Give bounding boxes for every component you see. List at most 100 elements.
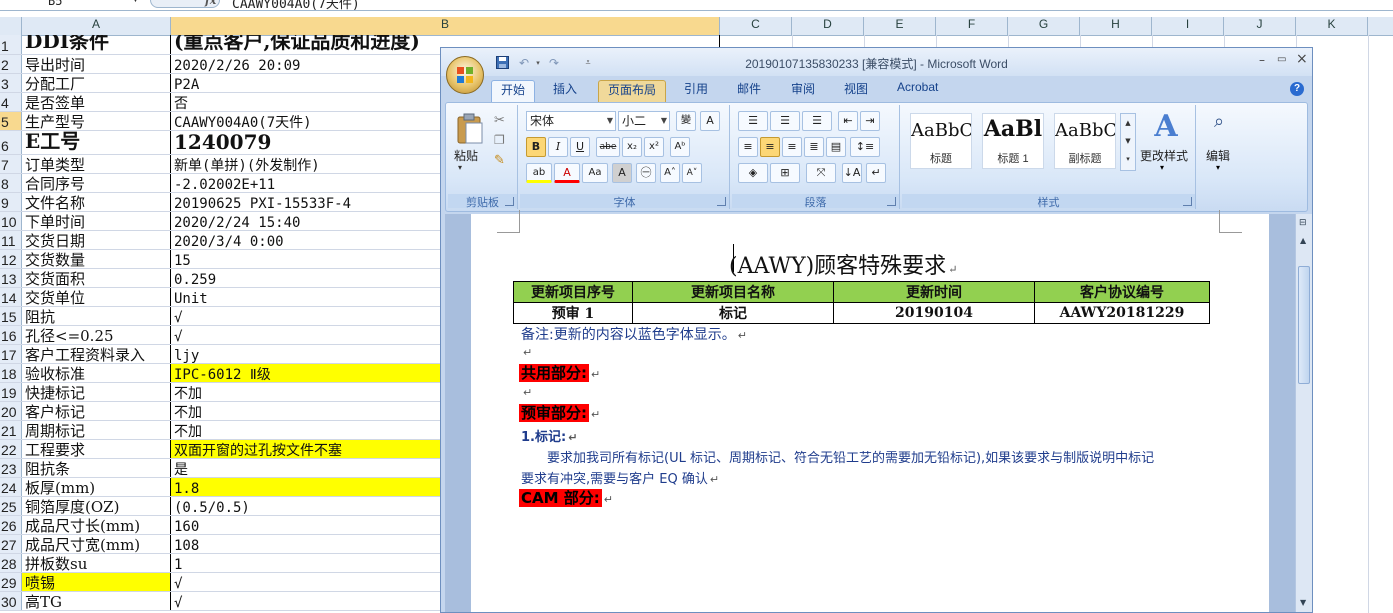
row-header[interactable]: 24 — [0, 478, 22, 496]
cell-a[interactable]: 是否签单 — [22, 93, 171, 111]
scroll-down-icon[interactable]: ▼ — [1300, 598, 1306, 607]
cell-a[interactable]: 交货数量 — [22, 250, 171, 268]
column-header-c[interactable]: C — [720, 17, 792, 35]
decrease-indent-icon[interactable]: ⇤ — [838, 111, 858, 131]
row-header[interactable]: 15 — [0, 307, 22, 325]
change-case-icon[interactable]: Aa — [582, 163, 608, 183]
numbering-icon[interactable]: ☰ — [770, 111, 800, 131]
highlight-icon[interactable]: ab — [526, 163, 552, 183]
formula-input[interactable]: CAAWY004A0(7天件) — [232, 0, 360, 10]
cell-a[interactable]: 阻抗 — [22, 307, 171, 325]
row-header[interactable]: 16 — [0, 326, 22, 344]
row-header[interactable]: 23 — [0, 459, 22, 477]
cell-a[interactable]: 交货单位 — [22, 288, 171, 306]
cell-a[interactable]: 客户标记 — [22, 402, 171, 420]
strikethrough-icon[interactable]: abe — [596, 137, 620, 157]
cell-a[interactable]: 成品尺寸宽(mm) — [22, 535, 171, 553]
select-all-corner[interactable] — [0, 17, 22, 35]
cell-a[interactable]: 验收标准 — [22, 364, 171, 382]
increase-indent-icon[interactable]: ⇥ — [860, 111, 880, 131]
column-header-h[interactable]: H — [1080, 17, 1152, 35]
cell-a[interactable]: 成品尺寸长(mm) — [22, 516, 171, 534]
column-header-k[interactable]: K — [1296, 17, 1368, 35]
font-size-dropdown-icon[interactable]: ▼ — [661, 112, 667, 130]
sort-icon[interactable]: ↓A — [842, 163, 862, 183]
restore-icon[interactable]: ▭ — [1277, 54, 1286, 65]
font-color-icon[interactable]: A — [554, 163, 580, 183]
row-header[interactable]: 13 — [0, 269, 22, 287]
column-header-i[interactable]: I — [1152, 17, 1224, 35]
cell-a[interactable]: 孔径<=0.25 — [22, 326, 171, 344]
undo-dropdown-icon[interactable]: ▾ — [531, 56, 545, 70]
styles-launcher-icon[interactable] — [1183, 197, 1192, 206]
shrink-font-icon[interactable]: A˅ — [682, 163, 702, 183]
scroll-up-icon[interactable]: ▲ — [1300, 236, 1306, 245]
row-header[interactable]: 2 — [0, 55, 22, 73]
cell-a[interactable]: 合同序号 — [22, 174, 171, 192]
row-header[interactable]: 7 — [0, 155, 22, 173]
cell-a[interactable]: 板厚(mm) — [22, 478, 171, 496]
row-header[interactable]: 17 — [0, 345, 22, 363]
office-button[interactable] — [446, 56, 484, 94]
row-header[interactable]: 9 — [0, 193, 22, 211]
row-header[interactable]: 20 — [0, 402, 22, 420]
edit-label[interactable]: 编辑 — [1206, 147, 1230, 164]
bold-icon[interactable]: B — [526, 137, 546, 157]
cell-a[interactable]: 交货面积 — [22, 269, 171, 287]
font-launcher-icon[interactable] — [717, 197, 726, 206]
cut-icon[interactable]: ✂ — [494, 113, 505, 128]
column-header-a[interactable]: A — [22, 17, 171, 35]
title-bar[interactable]: 20190107135830233 [兼容模式] - Microsoft Wor… — [441, 48, 1312, 76]
row-header[interactable]: 22 — [0, 440, 22, 458]
column-header-e[interactable]: E — [864, 17, 936, 35]
redo-icon[interactable]: ↷ — [547, 56, 561, 70]
row-header[interactable]: 6 — [0, 131, 22, 154]
chinese-layout-icon[interactable]: ⤧ — [806, 163, 836, 183]
style-heading-1[interactable]: AaBl 标题 1 — [982, 113, 1044, 169]
name-box-dropdown-icon[interactable]: ▼ — [132, 0, 139, 4]
tab-insert[interactable]: 插入 — [544, 80, 586, 102]
row-header[interactable]: 19 — [0, 383, 22, 401]
row-header[interactable]: 1 — [0, 35, 22, 54]
cell-a[interactable]: 阻抗条 — [22, 459, 171, 477]
column-header-d[interactable]: D — [792, 17, 864, 35]
cell-a[interactable]: 下单时间 — [22, 212, 171, 230]
shading-icon[interactable]: ◈ — [738, 163, 768, 183]
change-styles-label[interactable]: 更改样式 — [1140, 147, 1188, 164]
format-painter-icon[interactable]: ✎ — [494, 153, 505, 168]
document-page[interactable]: (AAWY)顾客特殊要求 ↵ 更新项目序号 更新项目名称 更新时间 客户协议编号 … — [471, 210, 1269, 612]
style-subtitle[interactable]: AaBbC( 副标题 — [1054, 113, 1116, 169]
paragraph-launcher-icon[interactable] — [887, 197, 896, 206]
font-name-dropdown-icon[interactable]: ▼ — [607, 112, 613, 130]
tab-page-layout[interactable]: 页面布局 — [598, 80, 667, 103]
paste-label[interactable]: 粘贴 — [454, 147, 478, 164]
row-header[interactable]: 11 — [0, 231, 22, 249]
styles-gallery-scroll[interactable]: ▲ ▼ ▾ — [1120, 113, 1136, 171]
save-icon[interactable] — [495, 56, 509, 70]
cell-a[interactable]: 客户工程资料录入 — [22, 345, 171, 363]
vertical-scrollbar[interactable]: ⊟ ▲ ▼ — [1295, 214, 1312, 612]
row-header[interactable]: 8 — [0, 174, 22, 192]
column-header-j[interactable]: J — [1224, 17, 1296, 35]
underline-icon[interactable]: U — [570, 137, 590, 157]
tab-view[interactable]: 视图 — [835, 80, 877, 102]
cell-a[interactable]: 交货日期 — [22, 231, 171, 249]
clipboard-launcher-icon[interactable] — [505, 197, 514, 206]
font-size-combo[interactable]: 小二 ▼ — [618, 111, 670, 131]
justify-icon[interactable]: ≣ — [804, 137, 824, 157]
cell-a[interactable]: 周期标记 — [22, 421, 171, 439]
align-left-icon[interactable]: ≡ — [738, 137, 758, 157]
name-box[interactable]: B5 — [0, 0, 145, 8]
align-right-icon[interactable]: ≡ — [782, 137, 802, 157]
fx-icon[interactable]: fx — [205, 0, 216, 7]
cell-a[interactable]: E工号 — [22, 131, 171, 154]
paste-icon[interactable] — [456, 113, 484, 145]
row-header[interactable]: 3 — [0, 74, 22, 92]
clear-format-icon[interactable]: Aᵇ — [670, 137, 690, 157]
customize-qat-icon[interactable]: ⩡ — [581, 56, 595, 70]
row-header[interactable]: 21 — [0, 421, 22, 439]
column-header-b[interactable]: B — [171, 17, 720, 35]
row-header[interactable]: 25 — [0, 497, 22, 515]
cell-a[interactable]: 高TG — [22, 592, 171, 610]
tab-review[interactable]: 审阅 — [782, 80, 824, 102]
